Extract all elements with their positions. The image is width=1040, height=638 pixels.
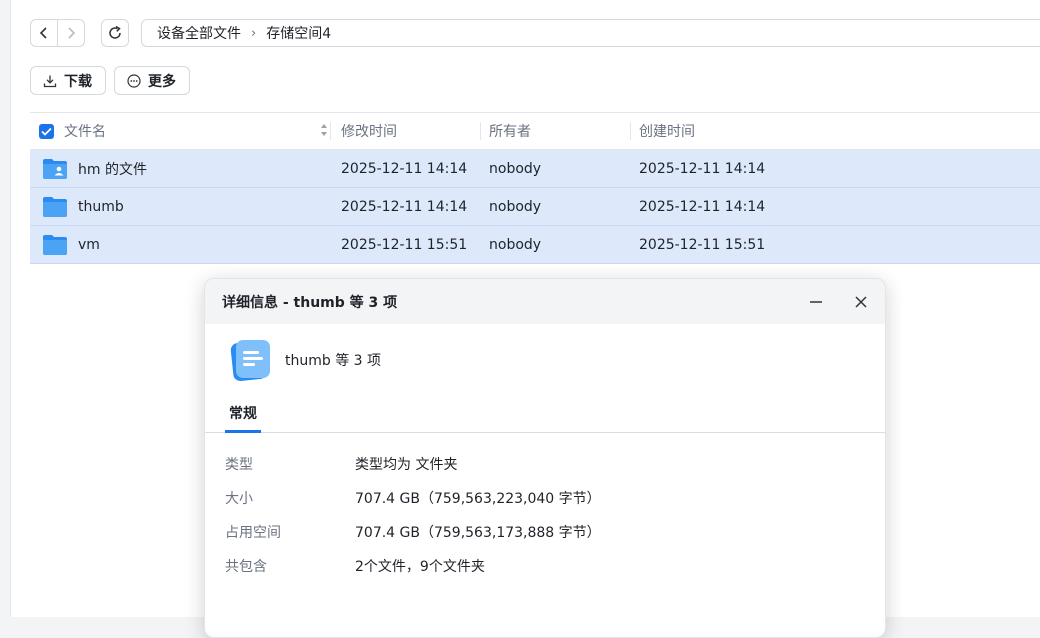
forward-button[interactable] [57, 20, 84, 46]
breadcrumb-root[interactable]: 设备全部文件 [157, 23, 241, 43]
breadcrumb-separator: › [251, 25, 257, 41]
multiple-items-icon [230, 340, 270, 381]
name-cell: vm [30, 234, 330, 256]
table-row[interactable]: hm 的文件 2025-12-11 14:14 nobody 2025-12-1… [30, 150, 1040, 188]
modified-cell: 2025-12-11 15:51 [341, 236, 468, 253]
dialog-summary: thumb 等 3 项 [229, 337, 381, 383]
chevron-left-icon [39, 27, 47, 39]
column-header-owner[interactable]: 所有者 [480, 122, 630, 140]
summary-title: thumb 等 3 项 [285, 353, 382, 369]
property-value: 2个文件，9个文件夹 [355, 559, 485, 575]
property-type: 类型 类型均为 文件夹 [225, 447, 865, 481]
table-row[interactable]: thumb 2025-12-11 14:14 nobody 2025-12-11… [30, 188, 1040, 226]
chevron-right-icon [68, 27, 76, 39]
column-modified-label: 修改时间 [341, 124, 397, 140]
file-name: vm [78, 236, 100, 253]
back-button[interactable] [31, 20, 57, 46]
select-all-checkbox[interactable] [39, 123, 54, 139]
property-label: 类型 [225, 457, 253, 473]
folder-icon [43, 196, 67, 217]
name-cell: thumb [30, 196, 330, 218]
breadcrumb-current[interactable]: 存储空间4 [266, 23, 331, 43]
column-header-created[interactable]: 创建时间 [630, 122, 930, 140]
property-label: 占用空间 [225, 525, 281, 541]
minimize-icon [810, 301, 822, 303]
property-size: 大小 707.4 GB（759,563,223,040 字节） [225, 481, 865, 515]
modified-cell: 2025-12-11 14:14 [341, 198, 468, 215]
created-cell: 2025-12-11 14:14 [639, 198, 766, 215]
close-icon [855, 296, 867, 308]
table-row[interactable]: vm 2025-12-11 15:51 nobody 2025-12-11 15… [30, 226, 1040, 264]
breadcrumb: 设备全部文件 › 存储空间4 [141, 19, 1040, 47]
tab-general[interactable]: 常规 [225, 403, 261, 433]
file-table: 文件名 修改时间 所有者 创建时间 hm 的文件 2025-12-11 14:1… [30, 112, 1040, 264]
column-owner-label: 所有者 [489, 124, 531, 140]
details-dialog: 详细信息 - thumb 等 3 项 thumb 等 3 项 常规 类型 类型均… [204, 278, 886, 638]
column-name-label: 文件名 [64, 124, 106, 140]
file-manager-window: 设备全部文件 › 存储空间4 下载 更多 文件名 修改时间 所有者 创建时间 h… [10, 0, 1040, 638]
download-button[interactable]: 下载 [30, 66, 106, 95]
refresh-icon [109, 25, 121, 39]
owner-cell: nobody [489, 198, 542, 215]
table-header: 文件名 修改时间 所有者 创建时间 [30, 112, 1040, 150]
more-icon [127, 73, 141, 88]
property-label: 大小 [225, 491, 253, 507]
property-value: 707.4 GB（759,563,223,040 字节） [355, 491, 601, 507]
dialog-title: 详细信息 - thumb 等 3 项 [222, 294, 398, 311]
column-created-label: 创建时间 [639, 124, 695, 140]
file-name: thumb [78, 198, 124, 215]
property-label: 共包含 [225, 559, 267, 575]
dialog-tabbar: 常规 [205, 397, 885, 433]
created-cell: 2025-12-11 14:14 [639, 160, 766, 177]
more-label: 更多 [148, 73, 176, 90]
close-button[interactable] [852, 293, 870, 311]
file-name: hm 的文件 [78, 161, 147, 178]
modified-cell: 2025-12-11 14:14 [341, 160, 468, 177]
folder-icon [43, 234, 67, 255]
property-value: 707.4 GB（759,563,173,888 字节） [355, 525, 601, 541]
properties-list: 类型 类型均为 文件夹 大小 707.4 GB（759,563,223,040 … [225, 447, 865, 583]
history-nav [30, 19, 85, 47]
download-label: 下载 [64, 73, 92, 90]
sort-icon[interactable] [320, 123, 328, 137]
user-folder-icon [43, 158, 67, 179]
property-disk-usage: 占用空间 707.4 GB（759,563,173,888 字节） [225, 515, 865, 549]
property-value: 类型均为 文件夹 [355, 457, 458, 473]
minimize-button[interactable] [807, 293, 825, 311]
refresh-button[interactable] [101, 19, 129, 47]
check-icon [41, 127, 52, 136]
dialog-header[interactable]: 详细信息 - thumb 等 3 项 [205, 279, 885, 324]
created-cell: 2025-12-11 15:51 [639, 236, 766, 253]
column-header-name[interactable]: 文件名 [30, 113, 330, 149]
download-icon [43, 75, 57, 87]
property-contains: 共包含 2个文件，9个文件夹 [225, 549, 865, 583]
name-cell: hm 的文件 [30, 158, 330, 180]
owner-cell: nobody [489, 236, 542, 253]
more-button[interactable]: 更多 [114, 66, 190, 95]
column-header-modified[interactable]: 修改时间 [330, 122, 480, 140]
owner-cell: nobody [489, 160, 542, 177]
